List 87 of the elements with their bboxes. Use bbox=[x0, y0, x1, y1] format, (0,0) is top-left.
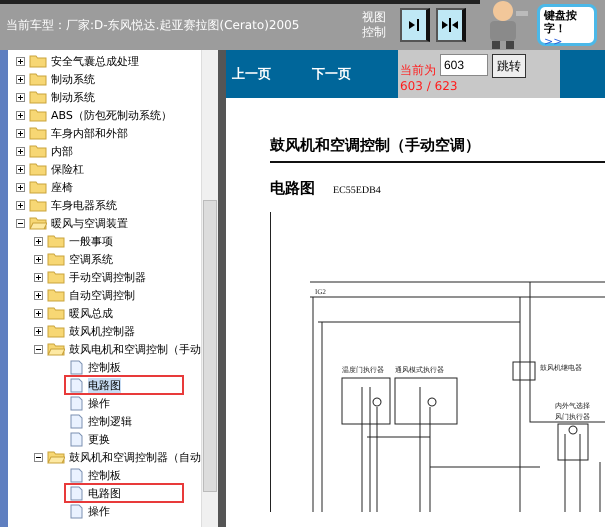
folder-icon bbox=[29, 126, 47, 140]
collapse-icon[interactable] bbox=[34, 452, 43, 462]
tree-item[interactable]: 制动系统 bbox=[51, 72, 95, 86]
page-icon bbox=[70, 378, 83, 392]
folder-icon bbox=[47, 270, 65, 284]
current-page-label: 当前为 bbox=[400, 62, 436, 79]
go-button[interactable]: 跳转 bbox=[492, 54, 526, 78]
scrollbar[interactable] bbox=[201, 50, 218, 527]
tree-item[interactable]: 暖风总成 bbox=[69, 306, 113, 320]
folder-icon bbox=[29, 72, 47, 86]
tree-item[interactable]: 内部 bbox=[51, 144, 73, 158]
tree-item[interactable]: 操作 bbox=[88, 396, 110, 410]
tree-item[interactable]: 控制板 bbox=[88, 468, 121, 482]
expand-icon[interactable] bbox=[34, 272, 43, 282]
expand-icon[interactable] bbox=[16, 164, 25, 174]
page-icon bbox=[70, 486, 83, 500]
expand-icon[interactable] bbox=[34, 326, 43, 336]
collapse-icon[interactable] bbox=[16, 218, 25, 228]
page-icon bbox=[70, 468, 83, 482]
expand-icon[interactable] bbox=[16, 128, 25, 138]
folder-icon bbox=[29, 90, 47, 104]
folder-icon bbox=[29, 144, 47, 158]
expand-icon[interactable] bbox=[16, 182, 25, 192]
tree-item[interactable]: 一般事项 bbox=[69, 234, 113, 248]
tree-item[interactable]: 座椅 bbox=[51, 180, 73, 194]
tree-item[interactable]: ABS（防包死制动系统） bbox=[51, 108, 172, 122]
tree-item[interactable]: 空调系统 bbox=[69, 252, 113, 266]
expand-icon[interactable] bbox=[34, 254, 43, 264]
tree-item[interactable]: 控制逻辑 bbox=[88, 414, 132, 428]
open-folder-icon bbox=[47, 342, 65, 356]
expand-view-button[interactable] bbox=[400, 8, 430, 42]
expand-icon[interactable] bbox=[16, 146, 25, 156]
tree-item[interactable]: 手动空调控制器 bbox=[69, 270, 146, 284]
tree-item[interactable]: 车身电器系统 bbox=[51, 198, 117, 212]
folder-icon bbox=[29, 198, 47, 212]
folder-icon bbox=[29, 108, 47, 122]
expand-icon[interactable] bbox=[34, 290, 43, 300]
tree-item[interactable]: 操作 bbox=[88, 504, 110, 518]
folder-icon bbox=[47, 306, 65, 320]
tree-item[interactable]: 电路图 bbox=[88, 486, 121, 500]
tree-item[interactable]: 鼓风机控制器 bbox=[69, 324, 135, 338]
page-input[interactable]: 603 bbox=[440, 54, 488, 76]
expand-icon[interactable] bbox=[16, 92, 25, 102]
expand-icon[interactable] bbox=[16, 110, 25, 120]
section-heading: 电路图 bbox=[270, 179, 315, 198]
expand-icon[interactable] bbox=[16, 200, 25, 210]
folder-icon bbox=[29, 180, 47, 194]
view-control-label: 视图控制 bbox=[362, 10, 387, 40]
folder-icon bbox=[47, 252, 65, 266]
page-count: 603 / 623 bbox=[400, 79, 458, 93]
section-code: EC55EDB4 bbox=[333, 185, 381, 196]
tree-item[interactable]: 鼓风电机和空调控制（手动 bbox=[69, 342, 201, 356]
window-title: 当前车型：厂家:D-东风悦达.起亚赛拉图(Cerato)2005 bbox=[6, 16, 300, 34]
page-icon bbox=[70, 432, 83, 446]
tree-item[interactable]: 车身内部和外部 bbox=[51, 126, 128, 140]
tree-item[interactable]: 鼓风机和空调控制器（自动 bbox=[69, 450, 201, 464]
arrows-inward-icon bbox=[440, 15, 460, 35]
expand-icon[interactable] bbox=[34, 236, 43, 246]
open-folder-icon bbox=[47, 450, 65, 464]
tree-item[interactable]: 自动空调控制 bbox=[69, 288, 135, 302]
folder-icon bbox=[47, 288, 65, 302]
prev-page-link[interactable]: 上一页 bbox=[232, 65, 306, 83]
tree-item[interactable]: 安全气囊总成处理 bbox=[51, 54, 139, 68]
tree-item[interactable]: 更换 bbox=[88, 432, 110, 446]
collapse-icon[interactable] bbox=[34, 344, 43, 354]
bubble-text: 键盘按 bbox=[544, 9, 578, 22]
expand-icon[interactable] bbox=[16, 74, 25, 84]
page-icon bbox=[70, 360, 83, 374]
folder-icon bbox=[47, 324, 65, 338]
bubble-text: 字！ bbox=[544, 22, 567, 35]
folder-icon bbox=[29, 162, 47, 176]
folder-icon bbox=[29, 54, 47, 68]
expand-icon[interactable] bbox=[34, 308, 43, 318]
folder-icon bbox=[47, 234, 65, 248]
tree-item[interactable]: 保险杠 bbox=[51, 162, 84, 176]
page-icon bbox=[70, 504, 83, 518]
expand-icon[interactable] bbox=[16, 56, 25, 66]
open-folder-icon bbox=[29, 216, 47, 230]
document-title: 鼓风机和空调控制（手动空调） bbox=[270, 136, 605, 163]
tree-item[interactable]: 暖风与空调装置 bbox=[51, 216, 128, 230]
tree-item[interactable]: 制动系统 bbox=[51, 90, 95, 104]
split-view-button[interactable] bbox=[436, 8, 466, 42]
tree-item[interactable]: 电路图 bbox=[88, 378, 121, 392]
next-page-link[interactable]: 下一页 bbox=[312, 65, 386, 83]
tree-item[interactable]: 控制板 bbox=[88, 360, 121, 374]
page-icon bbox=[70, 396, 83, 410]
page-icon bbox=[70, 414, 83, 428]
